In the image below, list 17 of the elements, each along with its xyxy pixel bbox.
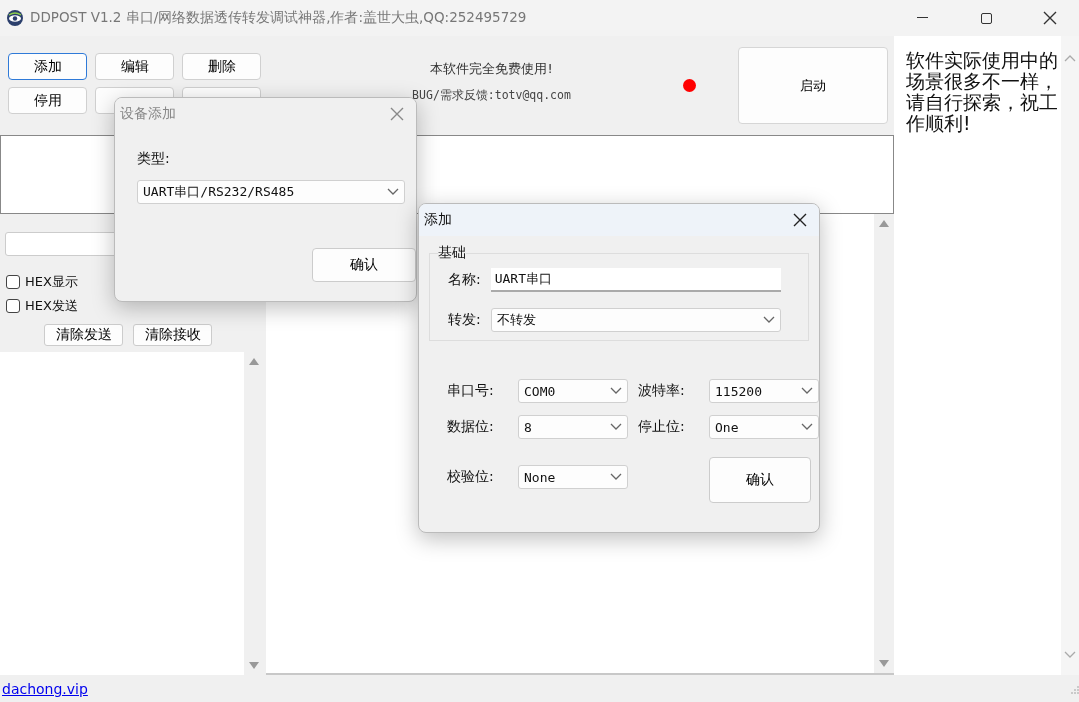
- notice-text: 本软件完全免费使用!: [430, 60, 553, 78]
- field-label: 校验位:: [447, 468, 495, 486]
- name-label: 名称:: [448, 271, 481, 289]
- dialog-title: 设备添加: [120, 105, 176, 123]
- checkbox-label: HEX发送: [25, 297, 78, 315]
- field-label: 波特率:: [638, 382, 686, 400]
- field-label: 串口号:: [447, 382, 495, 400]
- group-title: 基础: [438, 244, 466, 262]
- field-label: 停止位:: [638, 418, 686, 436]
- side-note-text: 软件实际使用中的场景很多不一样，请自行探索，祝工作顺利!: [906, 50, 1059, 136]
- dialog-title: 添加: [424, 211, 452, 229]
- forward-label: 转发:: [448, 311, 481, 329]
- window-title: DDPOST V1.2 串口/网络数据透传转发调试神器,作者:盖世大虫,QQ:252495729: [30, 9, 528, 27]
- type-label: 类型:: [137, 150, 170, 166]
- field-label: 数据位:: [447, 418, 495, 436]
- feedback-text: BUG/需求反馈:totv@qq.com: [412, 88, 571, 103]
- checkbox-label: HEX显示: [25, 273, 78, 291]
